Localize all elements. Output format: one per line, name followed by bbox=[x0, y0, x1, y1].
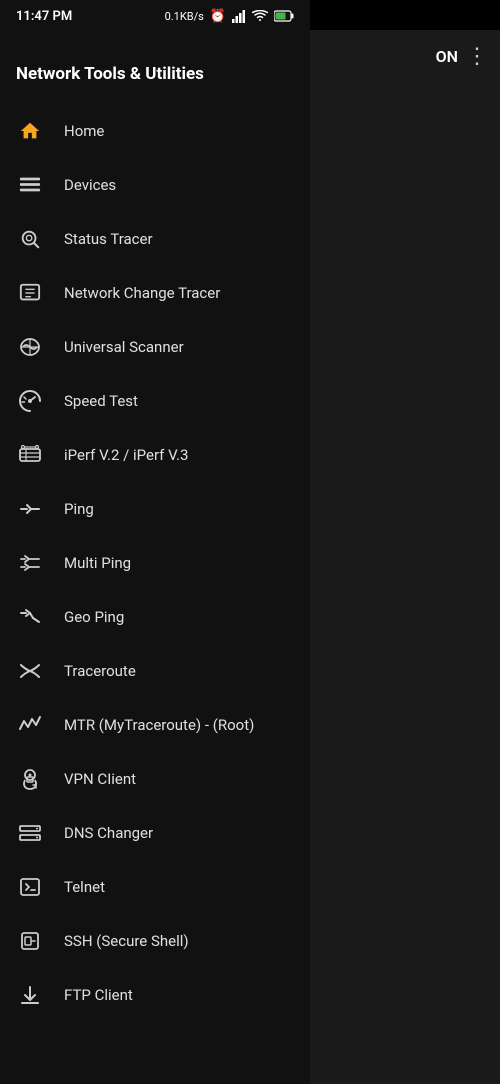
sidebar-item-label-mtr: MTR (MyTraceroute) - (Root) bbox=[64, 716, 254, 734]
sidebar-item-mtr[interactable]: MTR (MyTraceroute) - (Root) bbox=[0, 698, 310, 752]
sidebar-item-label-geo-ping: Geo Ping bbox=[64, 608, 124, 626]
sidebar-item-home[interactable]: Home bbox=[0, 104, 310, 158]
status-time: 11:47 PM bbox=[16, 9, 72, 24]
sidebar-item-label-telnet: Telnet bbox=[64, 878, 105, 896]
sidebar-item-ftp-client[interactable]: FTP Client bbox=[0, 968, 310, 1022]
navigation-drawer: 11:47 PM 0.1KB/s ⏰ bbox=[0, 0, 310, 1084]
sidebar-item-label-ssh: SSH (Secure Shell) bbox=[64, 932, 189, 950]
sidebar-item-label-devices: Devices bbox=[64, 176, 116, 194]
universal-scanner-icon bbox=[16, 333, 44, 361]
sidebar-item-devices[interactable]: Devices bbox=[0, 158, 310, 212]
sidebar-item-universal-scanner[interactable]: Universal Scanner bbox=[0, 320, 310, 374]
sidebar-item-label-multi-ping: Multi Ping bbox=[64, 554, 131, 572]
sidebar-item-network-change-tracer[interactable]: Network Change Tracer bbox=[0, 266, 310, 320]
sidebar-item-ssh[interactable]: SSH (Secure Shell) bbox=[0, 914, 310, 968]
drawer-title: Network Tools & Utilities bbox=[16, 40, 294, 96]
status-right: 0.1KB/s ⏰ bbox=[165, 9, 294, 24]
multi-ping-icon bbox=[16, 549, 44, 577]
sidebar-item-label-speed-test: Speed Test bbox=[64, 392, 138, 410]
mtr-icon bbox=[16, 711, 44, 739]
sidebar-item-label-dns-changer: DNS Changer bbox=[64, 824, 153, 842]
sidebar-item-dns-changer[interactable]: DNS Changer bbox=[0, 806, 310, 860]
vpn-client-icon bbox=[16, 765, 44, 793]
ping-icon bbox=[16, 495, 44, 523]
home-icon bbox=[16, 117, 44, 145]
sidebar-item-speed-test[interactable]: Speed Test bbox=[0, 374, 310, 428]
status-tracer-icon bbox=[16, 225, 44, 253]
geo-ping-icon bbox=[16, 603, 44, 631]
sidebar-item-telnet[interactable]: Telnet bbox=[0, 860, 310, 914]
sidebar-item-iperf[interactable]: iPerf V.2 / iPerf V.3 bbox=[0, 428, 310, 482]
sidebar-item-label-status-tracer: Status Tracer bbox=[64, 230, 153, 248]
wifi-icon bbox=[252, 10, 268, 22]
three-dots-menu[interactable]: ⋮ bbox=[466, 44, 488, 69]
status-bar: 11:47 PM 0.1KB/s ⏰ bbox=[0, 0, 310, 30]
sidebar-item-label-traceroute: Traceroute bbox=[64, 662, 136, 680]
drawer-header: Network Tools & Utilities bbox=[0, 30, 310, 104]
sidebar-item-label-home: Home bbox=[64, 122, 104, 140]
sidebar-item-traceroute[interactable]: Traceroute bbox=[0, 644, 310, 698]
sidebar-item-status-tracer[interactable]: Status Tracer bbox=[0, 212, 310, 266]
traceroute-icon bbox=[16, 657, 44, 685]
signal-icon bbox=[232, 10, 246, 23]
alarm-icon: ⏰ bbox=[210, 9, 226, 24]
sidebar-item-geo-ping[interactable]: Geo Ping bbox=[0, 590, 310, 644]
sidebar-item-label-universal-scanner: Universal Scanner bbox=[64, 338, 184, 356]
sidebar-item-label-vpn-client: VPN CIient bbox=[64, 770, 136, 788]
sidebar-item-ping[interactable]: Ping bbox=[0, 482, 310, 536]
devices-icon bbox=[16, 171, 44, 199]
sidebar-item-label-iperf: iPerf V.2 / iPerf V.3 bbox=[64, 446, 188, 464]
speed-test-icon bbox=[16, 387, 44, 415]
sidebar-item-vpn-client[interactable]: VPN CIient bbox=[0, 752, 310, 806]
ftp-client-icon bbox=[16, 981, 44, 1009]
network-speed: 0.1KB/s bbox=[165, 10, 204, 23]
network-change-tracer-icon bbox=[16, 279, 44, 307]
sidebar-item-multi-ping[interactable]: Multi Ping bbox=[0, 536, 310, 590]
sidebar-item-label-ping: Ping bbox=[64, 500, 94, 518]
nav-list: Home Devices Status Tracer bbox=[0, 104, 310, 1084]
telnet-icon bbox=[16, 873, 44, 901]
ssh-icon bbox=[16, 927, 44, 955]
battery-icon bbox=[274, 10, 294, 22]
iperf-icon bbox=[16, 441, 44, 469]
background-on-label: ON bbox=[436, 47, 458, 66]
sidebar-item-label-network-change-tracer: Network Change Tracer bbox=[64, 284, 220, 302]
dns-changer-icon bbox=[16, 819, 44, 847]
sidebar-item-label-ftp-client: FTP Client bbox=[64, 986, 133, 1004]
